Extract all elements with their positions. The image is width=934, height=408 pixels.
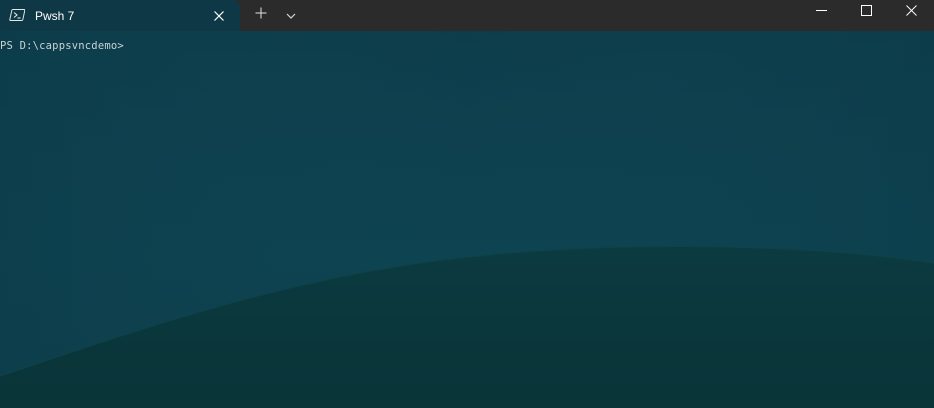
tab-pwsh[interactable]: Pwsh 7: [0, 0, 240, 31]
prompt-line: PS D:\cappsvncdemo>: [0, 40, 124, 52]
chevron-down-icon: [286, 6, 296, 24]
maximize-icon: [860, 3, 872, 21]
close-icon: [905, 3, 917, 21]
minimize-icon: [815, 3, 827, 21]
terminal-window: Pwsh 7 PS D:\cappsvncdemo>: [0, 0, 934, 408]
terminal-pane[interactable]: PS D:\cappsvncdemo>: [0, 31, 934, 408]
maximize-button[interactable]: [843, 0, 889, 24]
plus-icon: [255, 6, 267, 24]
close-window-button[interactable]: [888, 0, 934, 24]
tab-title: Pwsh 7: [35, 9, 75, 23]
title-bar[interactable]: Pwsh 7: [0, 0, 934, 31]
tab-dropdown-button[interactable]: [279, 2, 303, 28]
minimize-button[interactable]: [798, 0, 844, 24]
powershell-icon: [9, 7, 26, 23]
new-tab-button[interactable]: [249, 2, 273, 28]
background-hill-image: [0, 31, 934, 408]
tab-close-icon[interactable]: [208, 5, 230, 27]
